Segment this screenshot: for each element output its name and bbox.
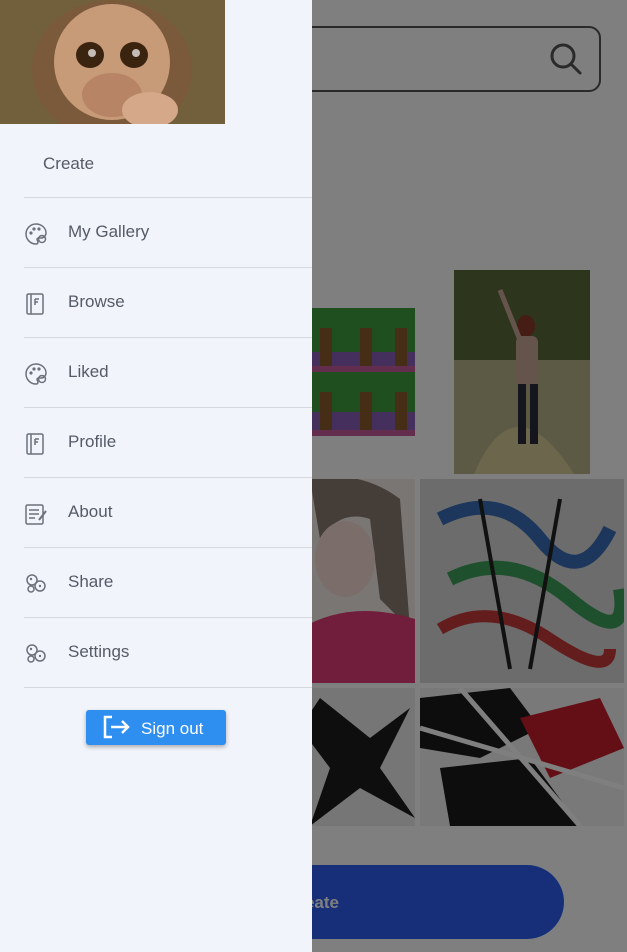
- sign-out-label: Sign out: [141, 719, 204, 738]
- paint-icon: [24, 572, 48, 596]
- menu-item-liked[interactable]: Liked: [24, 338, 312, 408]
- menu-item-profile[interactable]: Profile: [24, 408, 312, 478]
- palette-icon: [24, 362, 48, 386]
- menu-item-label: Profile: [68, 432, 117, 451]
- menu-item-settings[interactable]: Settings: [24, 618, 312, 688]
- exit-icon: [102, 715, 130, 744]
- menu-item-label: Settings: [68, 642, 130, 661]
- navigation-drawer: Create My Gallery Browse Liked Profile A…: [0, 0, 312, 952]
- sign-out-button[interactable]: Sign out: [86, 710, 226, 745]
- menu-item-label: Browse: [68, 292, 125, 311]
- profile-photo: [0, 0, 225, 124]
- menu-item-browse[interactable]: Browse: [24, 268, 312, 338]
- menu-item-label: About: [68, 502, 113, 521]
- paint-icon: [24, 642, 48, 666]
- menu-item-share[interactable]: Share: [24, 548, 312, 618]
- menu-item-my-gallery[interactable]: My Gallery: [24, 198, 312, 268]
- drawer-menu: Create My Gallery Browse Liked Profile A…: [24, 128, 312, 688]
- book-icon: [24, 432, 48, 456]
- palette-icon: [24, 222, 48, 246]
- menu-item-label: Liked: [68, 362, 109, 381]
- menu-item-label: My Gallery: [68, 222, 150, 241]
- menu-item-create[interactable]: Create: [24, 128, 312, 198]
- notes-icon: [24, 502, 48, 526]
- book-icon: [24, 292, 48, 316]
- menu-item-label: Share: [68, 572, 114, 591]
- menu-item-label: Create: [43, 154, 95, 173]
- menu-item-about[interactable]: About: [24, 478, 312, 548]
